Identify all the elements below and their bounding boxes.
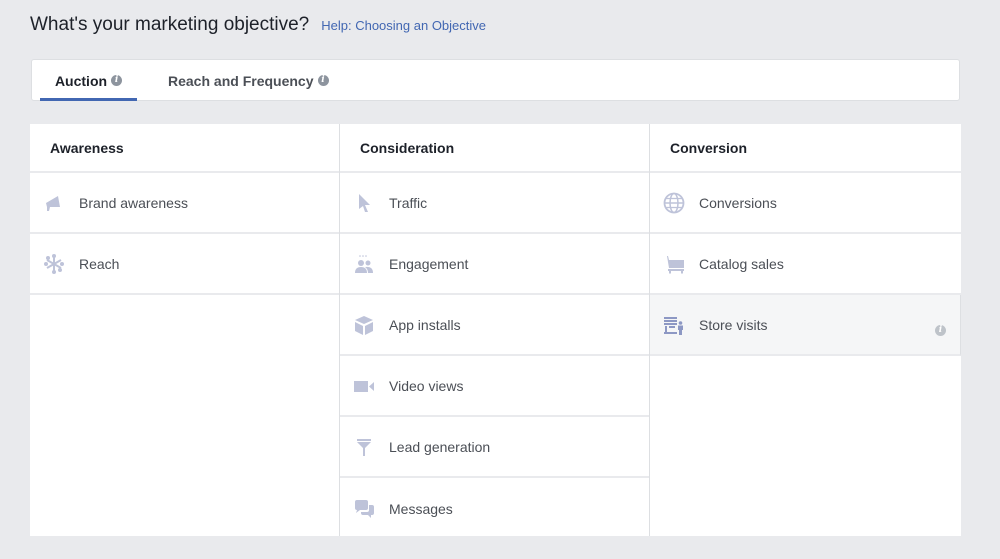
megaphone-icon	[43, 192, 65, 214]
column-consideration: Consideration Traffic Engagement App ins…	[340, 124, 650, 536]
objective-app-installs[interactable]: App installs	[340, 295, 649, 356]
objective-label: Messages	[389, 500, 453, 517]
column-header: Consideration	[340, 124, 649, 173]
funnel-icon	[353, 436, 375, 458]
box-icon	[353, 314, 375, 336]
objective-label: Engagement	[389, 255, 469, 272]
objective-label: Conversions	[699, 194, 777, 211]
objective-label: Reach	[79, 255, 120, 272]
objective-video-views[interactable]: Video views	[340, 356, 649, 417]
objective-label: Lead generation	[389, 438, 491, 455]
store-visits-info[interactable]: i	[935, 319, 946, 337]
tab-label: Auction	[54, 72, 108, 89]
buying-type-tabs: Auction i Reach and Frequency i	[31, 59, 960, 101]
objective-messages[interactable]: Messages	[340, 478, 649, 539]
column-awareness: Awareness Brand awareness Reach	[30, 124, 340, 536]
objective-conversions[interactable]: Conversions	[650, 173, 961, 234]
chat-bubbles-icon	[353, 498, 375, 520]
page-title: What's your marketing objective?	[30, 14, 310, 35]
objective-brand-awareness[interactable]: Brand awareness	[30, 173, 339, 234]
active-tab-indicator	[40, 98, 137, 101]
column-conversion: Conversion Conversions Catalog sales Sto…	[650, 124, 961, 536]
objective-label: Brand awareness	[79, 194, 188, 211]
reach-icon	[43, 253, 65, 275]
cursor-icon	[353, 192, 375, 214]
objective-label: App installs	[389, 316, 461, 333]
objective-reach[interactable]: Reach	[30, 234, 339, 295]
objective-traffic[interactable]: Traffic	[340, 173, 649, 234]
people-icon	[353, 253, 375, 275]
tab-reach-and-frequency[interactable]: Reach and Frequency i	[168, 60, 329, 101]
objective-catalog-sales[interactable]: Catalog sales	[650, 234, 961, 295]
objective-engagement[interactable]: Engagement	[340, 234, 649, 295]
cart-icon	[663, 253, 685, 275]
column-header: Awareness	[30, 124, 339, 173]
tab-auction[interactable]: Auction i	[40, 60, 137, 101]
info-icon[interactable]: i	[111, 75, 123, 86]
video-camera-icon	[353, 375, 375, 397]
info-icon[interactable]: i	[317, 75, 329, 86]
title-row: What's your marketing objective? Help: C…	[30, 14, 486, 36]
objective-lead-generation[interactable]: Lead generation	[340, 417, 649, 478]
objective-label: Catalog sales	[699, 255, 784, 272]
tab-label: Reach and Frequency	[168, 72, 314, 89]
globe-icon	[663, 192, 685, 214]
store-icon	[663, 314, 685, 336]
column-header: Conversion	[650, 124, 961, 173]
objective-store-visits[interactable]: Store visits i	[650, 295, 961, 356]
objective-label: Video views	[389, 377, 464, 394]
objective-label: Traffic	[389, 194, 428, 211]
objective-label: Store visits	[699, 316, 768, 333]
info-icon[interactable]: i	[935, 325, 946, 336]
objective-grid: Awareness Brand awareness Reach Consider…	[30, 124, 961, 536]
help-link[interactable]: Help: Choosing an Objective	[321, 18, 486, 33]
